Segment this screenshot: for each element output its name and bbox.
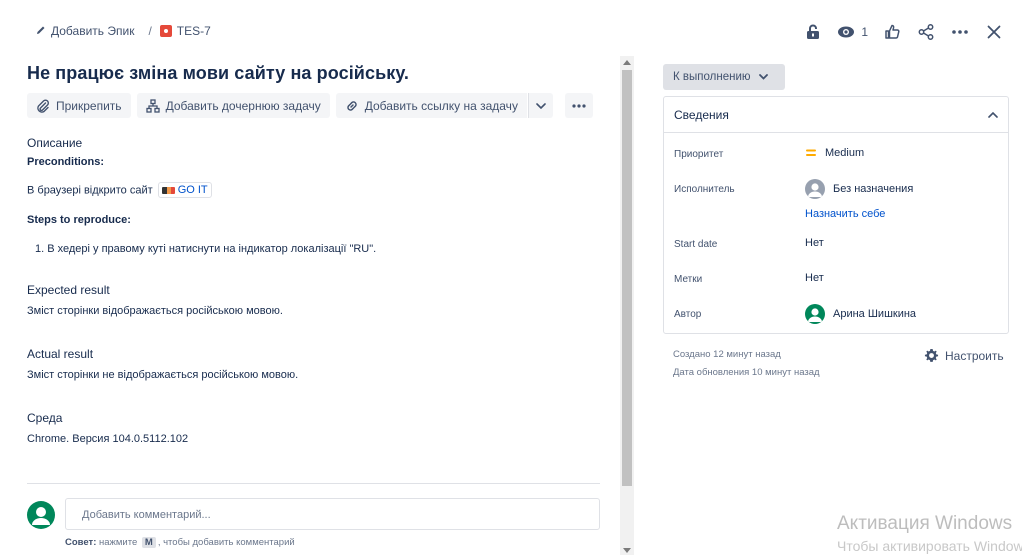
configure-label: Настроить — [945, 348, 1004, 363]
priority-value: Medium — [825, 147, 865, 159]
environment-heading: Среда — [27, 411, 63, 425]
add-epic-link[interactable]: Добавить Эпик — [36, 24, 134, 38]
assignee-label: Исполнитель — [674, 184, 735, 195]
close-icon — [987, 25, 1001, 39]
comment-input[interactable]: Добавить комментарий... — [65, 498, 600, 530]
eye-icon — [838, 26, 855, 38]
scroll-down-arrow[interactable] — [623, 548, 631, 553]
tip-prefix: Совет: — [65, 537, 97, 548]
precondition-text: В браузері відкрито сайт — [27, 184, 153, 197]
labels-label: Метки — [674, 274, 703, 285]
unassigned-avatar-icon — [805, 179, 825, 199]
issue-header-bar: Добавить Эпик / TES-7 1 — [0, 0, 1022, 64]
tip-suffix: , чтобы добавить комментарий — [157, 537, 295, 548]
step-item: 1. В хедері у правому куті натиснути на … — [35, 243, 377, 255]
more-icon — [952, 30, 968, 34]
created-timestamp: Создано 12 минут назад — [673, 349, 781, 360]
environment-text: Chrome. Версия 104.0.5112.102 — [27, 433, 189, 445]
gear-icon — [924, 348, 939, 362]
tip-press: нажмите — [99, 537, 138, 548]
hierarchy-icon — [145, 98, 160, 113]
reporter-label: Автор — [674, 309, 702, 320]
priority-medium-icon — [806, 149, 816, 156]
details-title: Сведения — [674, 107, 729, 122]
assignee-field[interactable]: Без назначения — [805, 179, 913, 199]
issue-toolbar: Прикрепить Добавить дочернюю задачу Доба… — [27, 93, 593, 118]
details-panel: Сведения Приоритет Medium Исполнитель Бе… — [663, 96, 1009, 334]
goit-link-label: GO IT — [177, 184, 208, 196]
pencil-icon — [36, 24, 46, 38]
windows-activation-watermark: Активация Windows — [837, 513, 1013, 534]
scroll-thumb[interactable] — [622, 70, 632, 486]
start-date-value[interactable]: Нет — [805, 237, 824, 249]
avatar — [805, 304, 825, 324]
description-heading: Описание — [27, 136, 83, 150]
goit-logo-icon — [161, 186, 175, 194]
expected-heading: Expected result — [27, 283, 110, 297]
shortcut-key: M — [141, 537, 156, 548]
more-icon — [572, 103, 586, 108]
scroll-up-arrow[interactable] — [623, 60, 631, 65]
more-actions-button[interactable] — [950, 20, 970, 44]
watch-button[interactable]: 1 — [837, 25, 868, 39]
labels-value[interactable]: Нет — [805, 272, 824, 284]
add-child-issue-button[interactable]: Добавить дочернюю задачу — [136, 93, 330, 118]
share-icon — [918, 24, 934, 40]
priority-label: Приоритет — [674, 149, 724, 160]
chevron-down-icon — [536, 102, 546, 109]
share-button[interactable] — [916, 20, 936, 44]
attach-button[interactable]: Прикрепить — [27, 93, 131, 118]
comment-tip: Совет: нажмите M, чтобы добавить коммент… — [65, 537, 295, 548]
link-issue-button[interactable]: Добавить ссылку на задачу — [335, 93, 527, 118]
status-label: К выполнению — [673, 71, 751, 83]
actual-heading: Actual result — [27, 347, 94, 361]
add-epic-label: Добавить Эпик — [51, 24, 135, 38]
chevron-up-icon — [988, 111, 998, 118]
reporter-field[interactable]: Арина Шишкина — [805, 304, 916, 324]
assign-to-me-link[interactable]: Назначить себе — [805, 208, 885, 220]
close-button[interactable] — [984, 20, 1004, 44]
updated-timestamp: Дата обновления 10 минут назад — [673, 367, 820, 378]
status-dropdown[interactable]: К выполнению — [663, 64, 785, 90]
preconditions-heading: Preconditions: — [27, 156, 105, 168]
comment-divider — [27, 483, 600, 484]
start-date-label: Start date — [674, 239, 718, 250]
issue-key: TES-7 — [176, 24, 211, 38]
reporter-value: Арина Шишкина — [833, 308, 917, 320]
lock-icon — [807, 24, 820, 39]
precondition-line: В браузері відкрито сайт GO IT — [27, 182, 212, 198]
actual-text: Зміст сторінки не відображається російсь… — [27, 369, 299, 381]
thumbs-up-icon — [885, 24, 900, 39]
toolbar-more-button[interactable] — [564, 93, 593, 118]
attach-label: Прикрепить — [56, 98, 122, 113]
paperclip-icon — [37, 98, 50, 113]
priority-field[interactable]: Medium — [805, 147, 864, 159]
bug-icon — [159, 25, 172, 37]
goit-smart-link[interactable]: GO IT — [157, 182, 212, 198]
add-child-issue-label: Добавить дочернюю задачу — [165, 98, 321, 113]
chevron-down-icon — [758, 74, 768, 80]
breadcrumb-separator: / — [148, 24, 152, 38]
issue-main-panel: Не працює зміна мови сайту на російську.… — [0, 56, 620, 555]
details-header[interactable]: Сведения — [664, 97, 1008, 133]
avatar — [27, 501, 55, 529]
lock-button[interactable] — [803, 20, 823, 44]
configure-button[interactable]: Настроить — [924, 348, 1004, 363]
link-issue-dropdown[interactable] — [527, 93, 553, 118]
issue-key-link[interactable]: TES-7 — [159, 24, 211, 38]
windows-activation-hint: Чтобы активировать Windows — [837, 538, 1022, 554]
main-scrollbar[interactable] — [620, 56, 634, 555]
expected-text: Зміст сторінки відображається російською… — [27, 305, 283, 317]
like-button[interactable] — [882, 20, 902, 44]
watch-count: 1 — [861, 25, 868, 39]
assignee-value: Без назначения — [833, 183, 914, 195]
issue-title[interactable]: Не працює зміна мови сайту на російську. — [27, 63, 409, 84]
breadcrumb: Добавить Эпик / TES-7 — [36, 24, 211, 38]
steps-heading: Steps to reproduce: — [27, 214, 131, 226]
issue-actions: 1 — [803, 20, 1004, 44]
link-issue-label: Добавить ссылку на задачу — [364, 98, 518, 113]
link-icon — [347, 100, 357, 111]
